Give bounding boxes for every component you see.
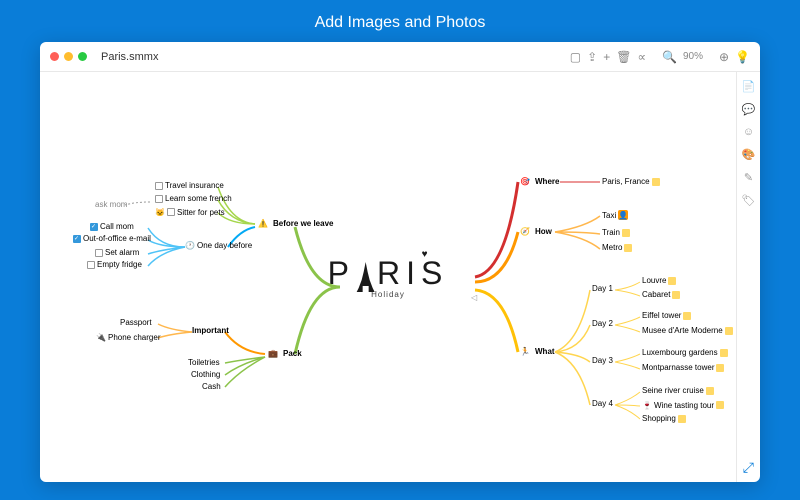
node-one-day-before[interactable]: 🕐One day before	[185, 240, 252, 250]
heart-icon: ♥	[422, 249, 428, 260]
collapse-icon[interactable]: ◁	[471, 293, 477, 302]
list-item[interactable]: 🍷Wine tasting tour	[642, 400, 724, 410]
list-item[interactable]: 🐱Sitter for pets	[155, 207, 225, 217]
list-item[interactable]: Montparnasse tower	[642, 363, 724, 372]
checkbox-icon[interactable]	[167, 208, 175, 216]
close-icon[interactable]	[50, 52, 59, 61]
note-icon[interactable]	[678, 415, 686, 423]
plug-icon: 🔌	[96, 332, 106, 342]
list-item[interactable]: Louvre	[642, 276, 676, 285]
zoom-level: 90%	[683, 51, 703, 62]
share-icon[interactable]: ⇪	[587, 50, 597, 64]
list-item[interactable]: Cabaret	[642, 290, 680, 299]
list-item[interactable]: Shopping	[642, 414, 686, 423]
toolbar: Paris.smmx ▢ ⇪ + 🗑 ∝ 🔍 90% ⊕ 💡	[40, 42, 760, 72]
checkbox-icon[interactable]	[73, 235, 81, 243]
note-icon[interactable]	[624, 244, 632, 252]
node-where[interactable]: 🎯Where	[520, 176, 562, 187]
list-item[interactable]: Clothing	[191, 370, 220, 379]
app-window: Paris.smmx ▢ ⇪ + 🗑 ∝ 🔍 90% ⊕ 💡 📄 💬 ☺ 🎨 ✎…	[40, 42, 760, 482]
list-item[interactable]: Travel insurance	[155, 181, 224, 190]
list-item[interactable]: Empty fridge	[87, 260, 142, 269]
center-node[interactable]: PRIS Holiday ♥	[328, 255, 449, 299]
list-item[interactable]: Toiletries	[188, 358, 220, 367]
node-what[interactable]: 🏃What	[520, 346, 558, 357]
clock-icon: 🕐	[185, 240, 195, 250]
node-day3[interactable]: Day 3	[592, 356, 613, 365]
list-item[interactable]: Set alarm	[95, 248, 139, 257]
note-icon[interactable]	[672, 291, 680, 299]
image-icon[interactable]: ▢	[570, 50, 581, 64]
node-pack[interactable]: 💼Pack	[268, 348, 305, 359]
list-item[interactable]: 🔌Phone charger	[96, 332, 160, 342]
pen-icon[interactable]: ✎	[744, 171, 753, 184]
note-icon[interactable]	[683, 312, 691, 320]
compass-icon: 🧭	[520, 227, 530, 237]
note-icon[interactable]	[652, 178, 660, 186]
expand-icon[interactable]: ⤢	[743, 459, 754, 476]
note-icon[interactable]: 📄	[742, 80, 756, 93]
note-icon[interactable]	[716, 401, 724, 409]
trash-icon[interactable]: 🗑	[616, 50, 631, 64]
maximize-icon[interactable]	[78, 52, 87, 61]
checkbox-icon[interactable]	[155, 182, 163, 190]
note-icon[interactable]	[706, 387, 714, 395]
node-before-we-leave[interactable]: ⚠️Before we leave	[258, 218, 336, 229]
node-important[interactable]: Important	[192, 326, 229, 335]
palette-icon[interactable]: 🎨	[742, 148, 756, 161]
node-how[interactable]: 🧭How	[520, 226, 555, 237]
cat-icon: 🐱	[155, 207, 165, 217]
checkbox-icon[interactable]	[87, 261, 95, 269]
page-title: Add Images and Photos	[315, 0, 486, 42]
person-icon: 👤	[618, 210, 628, 220]
node-day1[interactable]: Day 1	[592, 284, 613, 293]
node-day2[interactable]: Day 2	[592, 319, 613, 328]
list-item[interactable]: Musee d'Arte Moderne	[642, 326, 733, 335]
list-item[interactable]: Paris, France	[602, 177, 660, 186]
tag-icon[interactable]: 🏷	[742, 194, 756, 207]
bulb-icon[interactable]: 💡	[735, 50, 750, 64]
target-icon: 🎯	[520, 177, 530, 187]
note-icon[interactable]	[716, 364, 724, 372]
checkbox-icon[interactable]	[155, 195, 163, 203]
canvas[interactable]: PRIS Holiday ♥ ◁	[40, 72, 736, 482]
globe-icon[interactable]: ⊕	[719, 50, 729, 64]
note-icon[interactable]	[668, 277, 676, 285]
center-title: PRIS	[328, 255, 449, 292]
list-item[interactable]: Train	[602, 228, 630, 237]
briefcase-icon: 💼	[268, 349, 278, 359]
list-item[interactable]: Taxi👤	[602, 210, 628, 220]
running-icon: 🏃	[520, 347, 530, 357]
node-day4[interactable]: Day 4	[592, 399, 613, 408]
note-icon[interactable]	[725, 327, 733, 335]
warning-icon: ⚠️	[258, 219, 268, 229]
list-item[interactable]: Eiffel tower	[642, 311, 691, 320]
right-toolbar: 📄 💬 ☺ 🎨 ✎ 🏷	[736, 72, 760, 482]
list-item[interactable]: Metro	[602, 243, 632, 252]
wine-icon: 🍷	[642, 400, 652, 410]
plus-icon[interactable]: +	[603, 50, 610, 64]
search-icon[interactable]: 🔍	[662, 50, 677, 64]
list-item[interactable]: Call mom	[90, 222, 134, 231]
smile-icon[interactable]: ☺	[743, 126, 754, 138]
checkbox-icon[interactable]	[90, 223, 98, 231]
list-item[interactable]: Luxembourg gardens	[642, 348, 728, 357]
list-item[interactable]: Seine river cruise	[642, 386, 714, 395]
checkbox-icon[interactable]	[95, 249, 103, 257]
minimize-icon[interactable]	[64, 52, 73, 61]
list-item[interactable]: Out-of-office e-mail	[73, 234, 151, 243]
note-icon[interactable]	[622, 229, 630, 237]
chat-icon[interactable]: 💬	[742, 103, 756, 116]
node-ask-mom[interactable]: ask mom	[95, 200, 127, 209]
list-item[interactable]: Learn some french	[155, 194, 232, 203]
list-item[interactable]: Cash	[202, 382, 221, 391]
note-icon[interactable]	[720, 349, 728, 357]
filename: Paris.smmx	[101, 51, 158, 63]
list-item[interactable]: Passport	[120, 318, 152, 327]
window-controls[interactable]	[50, 52, 87, 61]
link-icon[interactable]: ∝	[637, 50, 646, 64]
